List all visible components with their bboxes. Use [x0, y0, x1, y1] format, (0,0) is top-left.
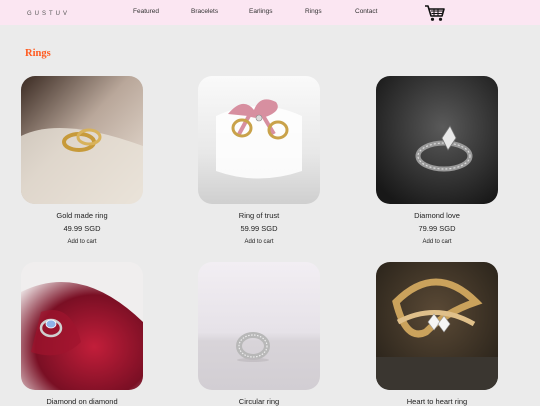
nav-link-earlings[interactable]: Earlings — [249, 8, 272, 15]
product-card[interactable]: Circular ring — [198, 262, 320, 406]
product-name[interactable]: Ring of trust — [198, 211, 320, 220]
add-to-cart-button[interactable]: Add to cart — [21, 239, 143, 245]
product-price: 79.99 SGD — [418, 224, 456, 233]
add-to-cart-button[interactable]: Add to cart — [376, 239, 498, 245]
product-price: 49.99 SGD — [63, 224, 101, 233]
product-image-heart-to-heart-ring[interactable] — [376, 262, 498, 390]
product-name[interactable]: Gold made ring — [21, 211, 143, 220]
product-card[interactable]: Ring of trust 59.99 SGD Add to cart — [198, 76, 320, 245]
product-image-gold-ring[interactable] — [21, 76, 143, 204]
shopping-cart-icon[interactable] — [424, 4, 446, 22]
section-title: Rings — [25, 48, 51, 59]
add-to-cart-button[interactable]: Add to cart — [198, 239, 320, 245]
product-image-diamond-love[interactable] — [376, 76, 498, 204]
top-nav: GUSTUV Featured Bracelets Earlings Rings… — [0, 0, 540, 25]
product-card[interactable]: Gold made ring 49.99 SGD Add to cart — [21, 76, 143, 245]
nav-link-rings[interactable]: Rings — [305, 8, 322, 15]
product-card[interactable]: Diamond love 79.99 SGD Add to cart — [376, 76, 498, 245]
product-price: 59.99 SGD — [240, 224, 278, 233]
product-image-circular-ring[interactable] — [198, 262, 320, 390]
product-image-ring-of-trust[interactable] — [198, 76, 320, 204]
nav-link-contact[interactable]: Contact — [355, 8, 377, 15]
nav-link-featured[interactable]: Featured — [133, 8, 159, 15]
product-image-diamond-on-diamond[interactable] — [21, 262, 143, 390]
brand-logo[interactable]: GUSTUV — [27, 11, 70, 17]
product-card[interactable]: Heart to heart ring — [376, 262, 498, 406]
product-name[interactable]: Diamond love — [376, 211, 498, 220]
nav-link-bracelets[interactable]: Bracelets — [191, 8, 218, 15]
product-card[interactable]: Diamond on diamond — [21, 262, 143, 406]
